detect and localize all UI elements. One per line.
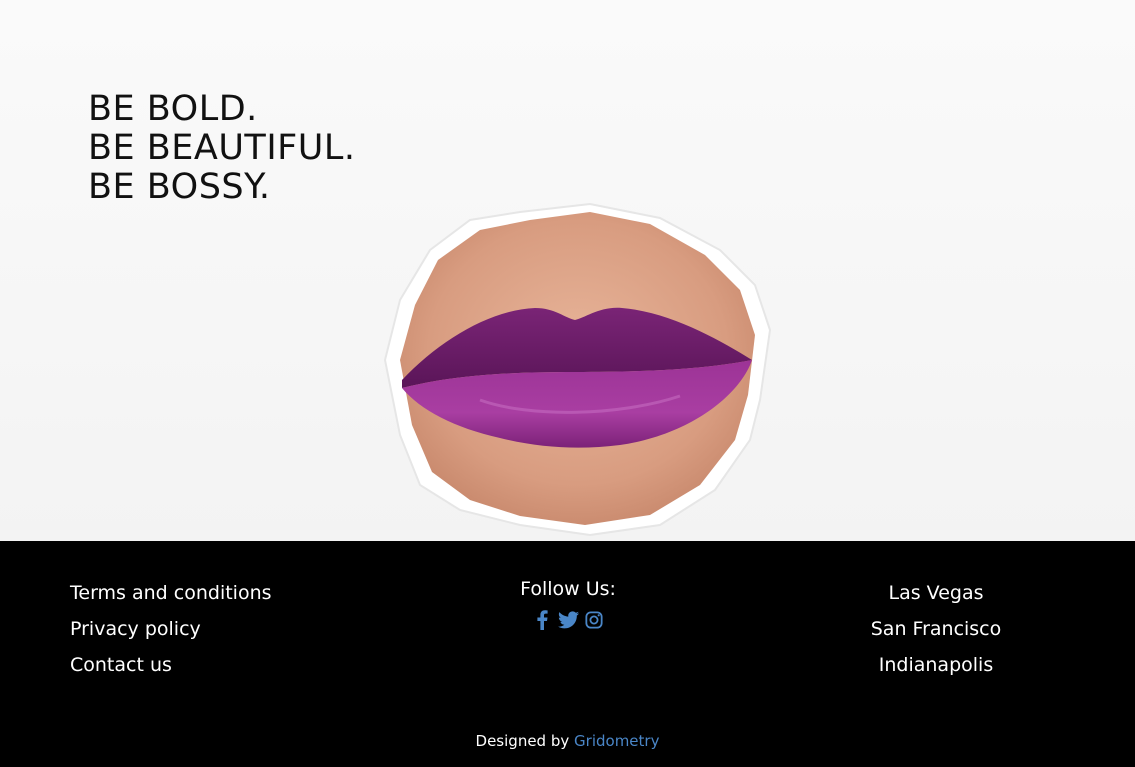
credit-prefix: Designed by — [475, 732, 570, 750]
follow-label: Follow Us: — [520, 578, 616, 600]
facebook-icon[interactable] — [531, 609, 553, 631]
city-item: San Francisco — [870, 618, 1002, 640]
privacy-link[interactable]: Privacy policy — [70, 611, 272, 647]
city-item: Indianapolis — [878, 654, 994, 676]
instagram-icon[interactable] — [583, 609, 605, 631]
footer-credit: Designed by Gridometry — [0, 732, 1135, 750]
hero-lips-image — [383, 202, 772, 537]
contact-link[interactable]: Contact us — [70, 647, 272, 683]
terms-link[interactable]: Terms and conditions — [70, 575, 272, 611]
hero-section: BE BOLD. BE BEAUTIFUL. BE BOSSY. — [0, 0, 1135, 541]
tagline-line-2: BE BEAUTIFUL. — [88, 128, 356, 168]
hero-tagline: BE BOLD. BE BEAUTIFUL. BE BOSSY. — [88, 90, 356, 207]
footer-links: Terms and conditions Privacy policy Cont… — [70, 575, 272, 683]
city-item: Las Vegas — [888, 582, 984, 604]
tagline-line-1: BE BOLD. — [88, 89, 258, 129]
gridometry-link[interactable]: Gridometry — [574, 732, 659, 750]
social-icons — [468, 609, 668, 631]
tagline-line-3: BE BOSSY. — [88, 167, 271, 207]
site-footer: Terms and conditions Privacy policy Cont… — [0, 541, 1135, 767]
city-list: Las Vegas San Francisco Indianapolis — [836, 575, 1036, 683]
twitter-icon[interactable] — [557, 609, 579, 631]
follow-section: Follow Us: — [468, 575, 668, 631]
